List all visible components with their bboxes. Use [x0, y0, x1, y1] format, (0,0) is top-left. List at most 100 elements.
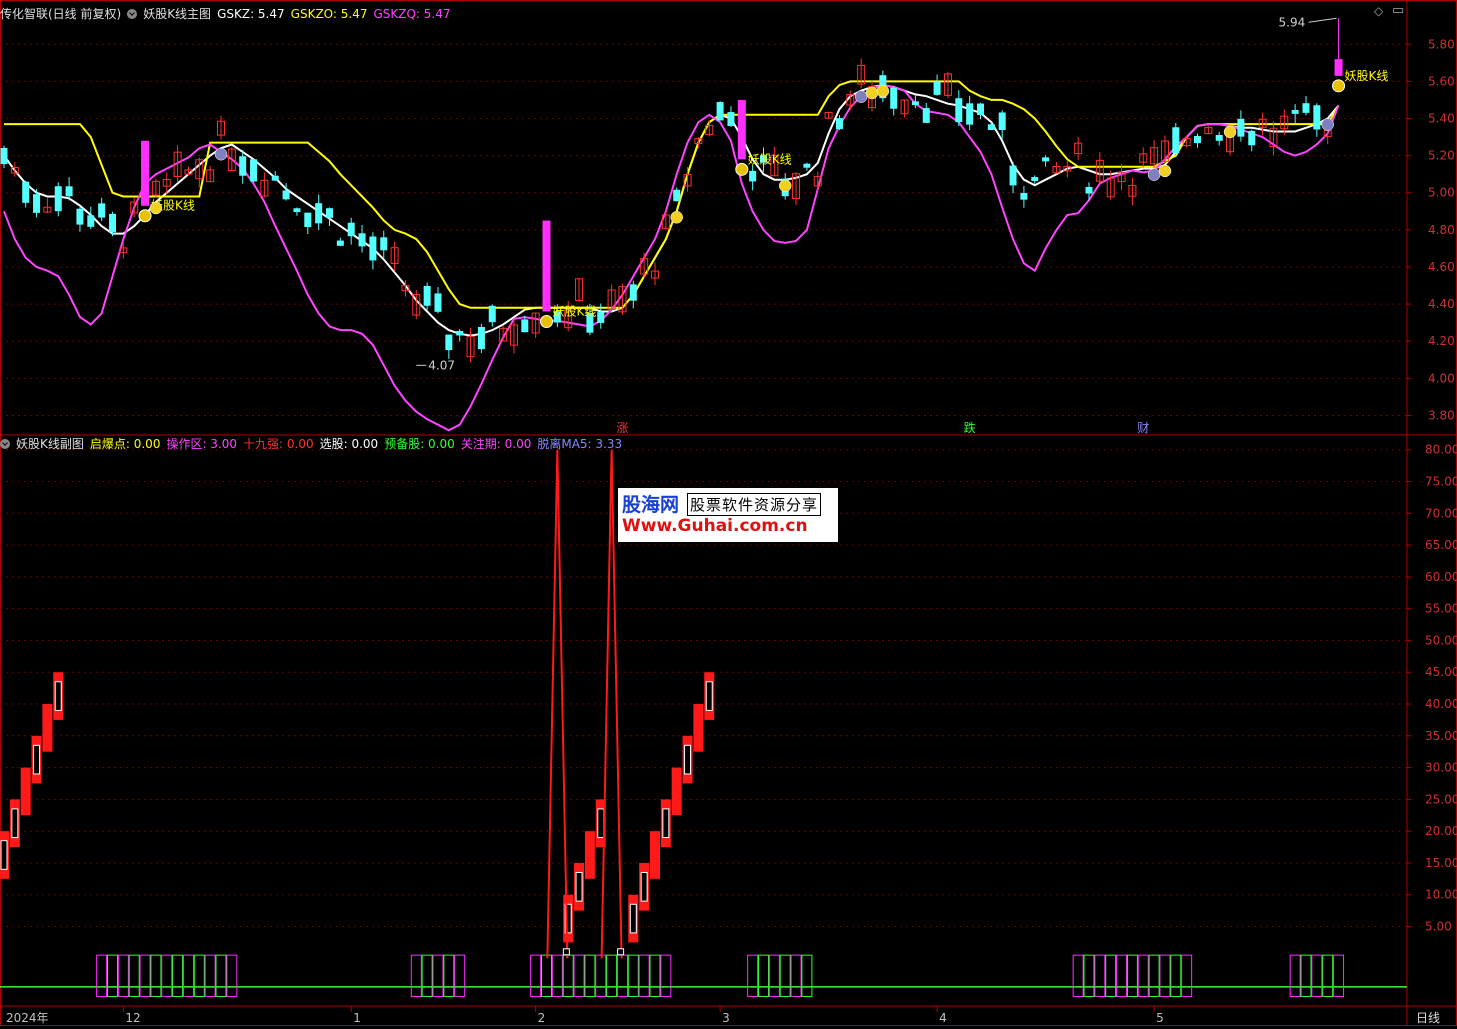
high-price-label: 5.94 — [1279, 15, 1306, 29]
zone-block — [562, 954, 574, 997]
frown-icon — [854, 90, 868, 103]
candle-body-down — [1020, 192, 1028, 200]
zone-block — [150, 954, 162, 997]
main-indicator-name[interactable]: 妖股K线主图 — [143, 7, 211, 21]
sub-indicator-name[interactable]: 妖股K线副图 — [16, 437, 84, 451]
zone-block — [410, 954, 422, 997]
candle-body-down — [477, 326, 485, 350]
candle-body-down — [749, 170, 757, 182]
candle-body-down — [955, 98, 963, 123]
high-pointer — [1308, 17, 1337, 23]
zone-block — [1300, 954, 1312, 997]
sub-y-tick-label: 10.00 — [1425, 888, 1457, 902]
low-price-label: 4.07 — [428, 358, 455, 372]
zone-block — [1170, 954, 1182, 997]
guanzhuqi-value: 关注期: 0.00 — [460, 437, 532, 451]
main-y-tick-label: 4.00 — [1428, 371, 1455, 385]
zone-block — [215, 954, 227, 997]
x-axis-label: 3 — [722, 1011, 730, 1025]
zone-block — [779, 954, 791, 997]
sub-y-tick-label: 50.00 — [1425, 633, 1457, 647]
diamond-icon[interactable]: ◇ — [1374, 4, 1383, 18]
ladder-box — [33, 744, 41, 775]
period-label[interactable]: 日线 — [1416, 1009, 1440, 1026]
smiley-icon — [1223, 125, 1237, 139]
zone-block — [1072, 954, 1084, 997]
series-line-gskz — [3, 84, 1340, 337]
coin-icon — [1332, 79, 1346, 93]
main-y-tick-label: 5.40 — [1428, 112, 1455, 126]
zone-block — [790, 954, 802, 997]
candle-body-down — [803, 163, 811, 168]
ladder-bar — [650, 831, 660, 879]
main-y-tick-label: 4.60 — [1428, 260, 1455, 274]
ladder-box — [11, 808, 19, 839]
yubeigu-value: 预备股: 0.00 — [384, 437, 455, 451]
watermark-url: Www.Guhai.com.cn — [622, 516, 808, 536]
ladder-box — [597, 808, 605, 839]
candle-body-down — [423, 286, 431, 306]
x-axis-label: 5 — [1156, 1011, 1164, 1025]
candle-body-down — [282, 190, 290, 200]
zone-block — [1094, 954, 1106, 997]
sub-y-tick-label: 5.00 — [1425, 920, 1452, 934]
zone-block — [606, 954, 618, 997]
candle-body-down — [33, 194, 41, 213]
zone-block-group — [530, 954, 672, 997]
gskzo-value: GSKZO: 5.47 — [290, 7, 368, 21]
main-y-tick-label: 5.80 — [1428, 37, 1455, 51]
zone-block — [758, 954, 769, 997]
zone-block — [1322, 954, 1334, 997]
zone-block — [584, 954, 596, 997]
sub-y-tick-label: 55.00 — [1425, 602, 1457, 616]
chevron-down-icon[interactable] — [127, 9, 138, 19]
candle-body-down — [977, 103, 984, 115]
ladder-bar — [42, 704, 53, 752]
candle-body-down — [380, 237, 388, 251]
zone-block — [96, 954, 108, 997]
zone-block — [1116, 954, 1128, 997]
sub-y-tick-label: 30.00 — [1425, 761, 1457, 775]
watermark-logo: 股海网 — [622, 494, 680, 516]
demon-k-label: 妖股K线 — [748, 152, 792, 166]
zone-block — [1159, 954, 1171, 997]
zone-block-group — [1072, 954, 1193, 997]
ladder-box — [575, 871, 583, 902]
chart-canvas[interactable]: 5.80 5.60 5.40 5.20 5.00 4.80 4.60 4.40 4.20 4.00… — [0, 0, 1457, 1026]
candle-body-down — [271, 175, 279, 181]
frown-icon — [1321, 118, 1334, 131]
zone-block — [443, 954, 455, 997]
zone-block — [432, 954, 444, 997]
candle-body-down — [629, 284, 637, 301]
candle-body-down — [1031, 177, 1039, 181]
zone-block — [193, 954, 205, 997]
candle-body-down — [890, 87, 898, 109]
ladder-box — [705, 681, 713, 711]
main-y-tick-label: 4.40 — [1428, 297, 1455, 311]
gskzq-value: GSKZQ: 5.47 — [373, 7, 451, 21]
zone-block-group — [410, 954, 466, 997]
main-y-tick-label: 3.80 — [1428, 408, 1455, 422]
zone-block — [226, 954, 238, 997]
main-y-tick-label: 5.60 — [1428, 74, 1455, 88]
chevron-down-icon[interactable] — [0, 439, 10, 449]
minimize-icon[interactable]: ▭ — [1392, 3, 1404, 18]
zone-block — [541, 954, 552, 997]
ladder-bar — [671, 767, 682, 816]
zone-block — [161, 954, 173, 997]
candle-body-down — [358, 233, 366, 247]
sub-y-tick-label: 45.00 — [1425, 665, 1457, 679]
candle-body-down — [65, 186, 73, 197]
ladder-box — [629, 903, 637, 934]
zone-block — [128, 954, 140, 997]
candle-body-down — [98, 203, 106, 218]
zone-block — [1333, 954, 1345, 997]
candle-body-down — [597, 312, 605, 323]
zone-block-group — [1289, 954, 1345, 997]
candle-body-down — [966, 103, 974, 125]
ladder-bar — [693, 704, 704, 752]
zone-block — [139, 954, 151, 997]
frown-icon — [1147, 168, 1161, 181]
smiley-icon — [1158, 164, 1172, 178]
zone-block — [649, 954, 661, 997]
